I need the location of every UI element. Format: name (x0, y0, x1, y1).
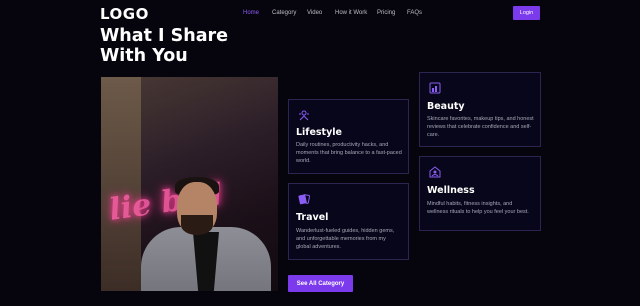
card-title: Lifestyle (296, 127, 342, 138)
lifestyle-icon (297, 108, 310, 121)
category-card-beauty[interactable]: Beauty Skincare favorites, makeup tips, … (419, 72, 541, 147)
nav-pricing[interactable]: Pricing (377, 10, 395, 16)
login-button[interactable]: Login (513, 6, 540, 20)
category-card-wellness[interactable]: Wellness Mindful habits, fitness insight… (419, 156, 541, 231)
card-description: Daily routines, productivity hacks, and … (296, 142, 402, 164)
see-all-category-button[interactable]: See All Category (288, 275, 353, 292)
card-title: Travel (296, 212, 329, 223)
photo-wall (101, 77, 141, 291)
beauty-icon (428, 81, 441, 94)
photo-beard (181, 215, 213, 235)
logo[interactable]: LOGO (100, 5, 149, 23)
card-description: Skincare favorites, makeup tips, and hon… (427, 116, 534, 138)
nav-video[interactable]: Video (307, 10, 322, 16)
card-description: Wanderlust-fueled guides, hidden gems, a… (296, 228, 395, 250)
card-title: Beauty (427, 101, 465, 112)
nav-home[interactable]: Home (243, 10, 259, 16)
nav-how-it-work[interactable]: How it Work (335, 10, 367, 16)
nav-category[interactable]: Category (272, 10, 296, 16)
category-card-travel[interactable]: Travel Wanderlust-fueled guides, hidden … (288, 183, 409, 260)
card-description: Mindful habits, fitness insights, and we… (427, 201, 529, 215)
card-title: Wellness (427, 185, 475, 196)
profile-photo: lie bad (101, 77, 278, 291)
page-title: What I Share With You (100, 26, 229, 66)
nav-faqs[interactable]: FAQs (407, 10, 422, 16)
travel-icon (297, 192, 310, 205)
wellness-icon (428, 165, 441, 178)
category-card-lifestyle[interactable]: Lifestyle Daily routines, productivity h… (288, 99, 409, 174)
